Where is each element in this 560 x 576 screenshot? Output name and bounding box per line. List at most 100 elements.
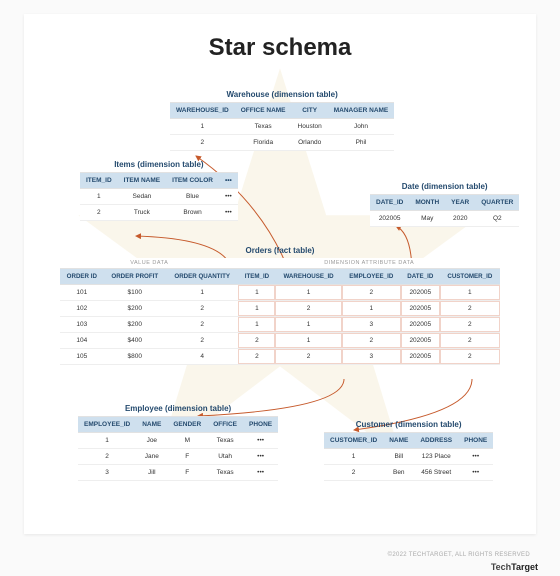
table-cell: Jane — [136, 449, 167, 465]
table-cell: Brown — [166, 205, 219, 221]
table-cell: 101 — [60, 285, 104, 301]
table-cell: 2 — [275, 349, 341, 365]
table-row: 202005May2020Q2 — [370, 211, 519, 227]
table-cell: 2 — [238, 333, 275, 349]
table-row: 104$40022122020052 — [60, 333, 500, 349]
table-cell: 202005 — [401, 317, 440, 333]
table-cell: Texas — [207, 433, 243, 449]
column-header: ••• — [219, 173, 238, 189]
items-title: Items (dimension table) — [80, 160, 238, 169]
column-header: ORDER ID — [60, 269, 104, 285]
brand-logo: TechTarget — [491, 562, 538, 572]
table-cell: 2 — [80, 205, 118, 221]
table-row: 101$10011122020051 — [60, 285, 500, 301]
logo-part2: Target — [511, 562, 538, 572]
customer-title: Customer (dimension table) — [324, 420, 493, 429]
table-cell: 4 — [166, 349, 239, 365]
table-row: 1SedanBlue••• — [80, 189, 238, 205]
customer-grid: CUSTOMER_IDNAMEADDRESSPHONE1Bill123 Plac… — [324, 432, 493, 481]
column-header: OFFICE NAME — [235, 103, 292, 119]
table-cell: $200 — [104, 301, 166, 317]
table-cell: 3 — [342, 349, 401, 365]
column-header: PHONE — [458, 433, 493, 449]
table-cell: 1 — [80, 189, 118, 205]
table-cell: 202005 — [401, 285, 440, 301]
table-cell: ••• — [243, 465, 278, 481]
table-cell: 3 — [342, 317, 401, 333]
column-header: ADDRESS — [414, 433, 458, 449]
items-grid: ITEM_IDITEM NAMEITEM COLOR•••1SedanBlue•… — [80, 172, 238, 221]
employee-grid: EMPLOYEE_IDNAMEGENDEROFFICEPHONE1JoeMTex… — [78, 416, 278, 481]
table-cell: 1 — [342, 301, 401, 317]
table-row: 2TruckBrown••• — [80, 205, 238, 221]
date-header: DATE_IDMONTHYEARQUARTER — [370, 195, 519, 211]
orders-group-right: DIMENSION ATTRIBUTE DATA — [238, 258, 500, 269]
table-cell: Truck — [118, 205, 166, 221]
column-header: OFFICE — [207, 417, 243, 433]
table-cell: 1 — [166, 285, 239, 301]
table-cell: 202005 — [401, 333, 440, 349]
column-header: ITEM_ID — [238, 269, 275, 285]
table-cell: Blue — [166, 189, 219, 205]
items-table: Items (dimension table) ITEM_IDITEM NAME… — [80, 160, 238, 221]
table-cell: 102 — [60, 301, 104, 317]
table-cell: F — [167, 465, 207, 481]
column-header: WAREHOUSE_ID — [170, 103, 235, 119]
table-cell: 2 — [166, 317, 239, 333]
column-header: MONTH — [409, 195, 445, 211]
column-header: DATE_ID — [401, 269, 440, 285]
column-header: GENDER — [167, 417, 207, 433]
items-header: ITEM_IDITEM NAMEITEM COLOR••• — [80, 173, 238, 189]
orders-grid: VALUE DATA DIMENSION ATTRIBUTE DATA ORDE… — [60, 258, 500, 365]
employee-header: EMPLOYEE_IDNAMEGENDEROFFICEPHONE — [78, 417, 278, 433]
column-header: ITEM COLOR — [166, 173, 219, 189]
table-cell: Texas — [235, 119, 292, 135]
table-cell: 1 — [440, 285, 500, 301]
table-cell: $200 — [104, 317, 166, 333]
table-cell: May — [409, 211, 445, 227]
table-cell: 1 — [238, 301, 275, 317]
table-row: 1TexasHoustonJohn — [170, 119, 394, 135]
table-cell: 1 — [275, 285, 341, 301]
copyright-text: ©2022 TECHTARGET, ALL RIGHTS RESERVED — [388, 552, 530, 558]
table-cell: Phil — [328, 135, 395, 151]
column-header: ITEM NAME — [118, 173, 166, 189]
table-cell: $800 — [104, 349, 166, 365]
table-cell: 2 — [170, 135, 235, 151]
table-cell: ••• — [458, 465, 493, 481]
table-row: 2Ben456 Street••• — [324, 465, 493, 481]
table-cell: 1 — [275, 317, 341, 333]
table-cell: 2 — [238, 349, 275, 365]
table-cell: 1 — [78, 433, 136, 449]
table-cell: 1 — [238, 285, 275, 301]
table-cell: 105 — [60, 349, 104, 365]
table-cell: Bill — [383, 449, 414, 465]
table-cell: ••• — [219, 205, 238, 221]
table-cell: 1 — [238, 317, 275, 333]
table-cell: 2 — [166, 301, 239, 317]
table-row: 105$80042232020052 — [60, 349, 500, 365]
table-row: 2JaneFUtah••• — [78, 449, 278, 465]
table-cell: 2 — [275, 301, 341, 317]
orders-header: ORDER IDORDER PROFITORDER QUANTITYITEM_I… — [60, 269, 500, 285]
table-cell: F — [167, 449, 207, 465]
table-cell: 2 — [324, 465, 383, 481]
table-row: 1Bill123 Place••• — [324, 449, 493, 465]
table-cell: 103 — [60, 317, 104, 333]
warehouse-grid: WAREHOUSE_IDOFFICE NAMECITYMANAGER NAME1… — [170, 102, 394, 151]
warehouse-title: Warehouse (dimension table) — [170, 90, 394, 99]
orders-fact-table: Orders (fact table) VALUE DATA DIMENSION… — [60, 246, 500, 365]
logo-part1: Tech — [491, 562, 511, 572]
table-cell: 2 — [440, 317, 500, 333]
table-cell: 2 — [440, 349, 500, 365]
table-row: 103$20021132020052 — [60, 317, 500, 333]
table-cell: M — [167, 433, 207, 449]
table-cell: ••• — [458, 449, 493, 465]
table-cell: Orlando — [292, 135, 328, 151]
diagram-canvas: Star schema Warehouse (dimension table) … — [24, 14, 536, 534]
table-cell: 2 — [342, 333, 401, 349]
column-header: DATE_ID — [370, 195, 409, 211]
table-cell: Sedan — [118, 189, 166, 205]
column-header: CITY — [292, 103, 328, 119]
table-cell: 1 — [170, 119, 235, 135]
